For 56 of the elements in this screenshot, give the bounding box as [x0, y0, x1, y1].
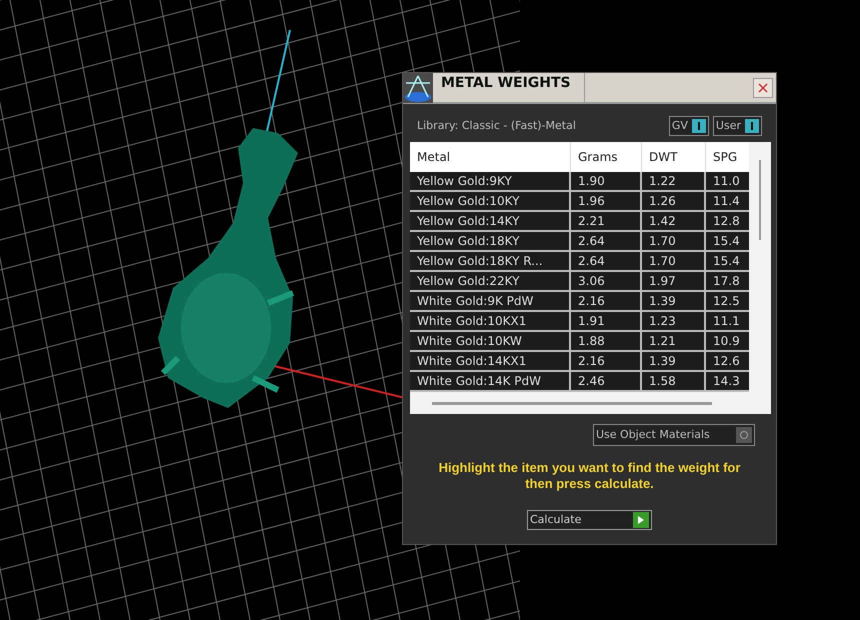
- table-cell: 1.21: [642, 332, 706, 350]
- table-cell: 1.58: [642, 372, 706, 390]
- table-cell: 2.46: [571, 372, 642, 390]
- table-cell: 1.97: [642, 272, 706, 290]
- instruction-text: Highlight the item you want to find the weight for then press calculate.: [438, 460, 742, 492]
- library-label: Library: Classic - (Fast)-Metal: [417, 118, 576, 134]
- table-cell: 1.70: [642, 252, 706, 270]
- table-cell: 1.91: [571, 312, 642, 330]
- table-cell: 2.16: [571, 352, 642, 370]
- calculate-button[interactable]: Calculate: [527, 510, 652, 530]
- table-cell: Yellow Gold:18KY R...: [410, 252, 571, 270]
- close-button[interactable]: [753, 78, 773, 98]
- toggle-button[interactable]: GV: [668, 116, 709, 136]
- table-cell: Yellow Gold:14KY: [410, 212, 571, 230]
- table-cell: 1.88: [571, 332, 642, 350]
- table-cell: 1.39: [642, 352, 706, 370]
- table-cell-text: 15.4: [712, 233, 741, 250]
- table-cell: 1.96: [571, 192, 642, 210]
- play-icon: [633, 512, 649, 528]
- table-cell: Yellow Gold:18KY: [410, 232, 571, 250]
- table-cell: Yellow Gold:9KY: [410, 172, 571, 190]
- table-cell: 1.90: [571, 172, 642, 190]
- toggle-button[interactable]: User: [712, 116, 762, 136]
- horizontal-scrollbar[interactable]: [432, 402, 712, 405]
- column-header[interactable]: SPG: [706, 142, 749, 172]
- table-cell-text: 14.3: [712, 373, 741, 390]
- table-cell: White Gold:9K PdW: [410, 292, 571, 310]
- close-icon: [758, 83, 768, 93]
- table-cell-text: 12.5: [712, 293, 741, 310]
- window-title: METAL WEIGHTS: [433, 73, 585, 102]
- table-cell: White Gold:14KX1: [410, 352, 571, 370]
- table-cell-text: 12.6: [712, 353, 741, 370]
- table-cell-text: 10.9: [712, 333, 741, 350]
- table-cell-text: 12.8: [712, 213, 741, 230]
- table-cell: 2.16: [571, 292, 642, 310]
- table-cell: White Gold:14K PdW: [410, 372, 571, 390]
- table-cell: 1.22: [642, 172, 706, 190]
- table-cell: Yellow Gold:10KY: [410, 192, 571, 210]
- table-cell: Yellow Gold:22KY: [410, 272, 571, 290]
- table-cell-text: 11.1: [712, 313, 741, 330]
- use-object-materials-toggle[interactable]: Use Object Materials: [593, 424, 755, 446]
- table-cell: 2.64: [571, 232, 642, 250]
- table-cell: White Gold:10KW: [410, 332, 571, 350]
- table-cell: 1.23: [642, 312, 706, 330]
- table-cell: 2.64: [571, 252, 642, 270]
- table-cell: 3.06: [571, 272, 642, 290]
- table-cell-text: 15.4: [712, 253, 741, 270]
- table-cell: 1.26: [642, 192, 706, 210]
- table-cell: 2.21: [571, 212, 642, 230]
- table-cell: 1.70: [642, 232, 706, 250]
- table-cell-text: 11.4: [712, 193, 741, 210]
- table-cell: White Gold:10KX1: [410, 312, 571, 330]
- table-cell: 1.39: [642, 292, 706, 310]
- table-cell: 1.42: [642, 212, 706, 230]
- table-cell-text: 17.8: [712, 273, 741, 290]
- table-cell-text: 11.0: [712, 173, 741, 190]
